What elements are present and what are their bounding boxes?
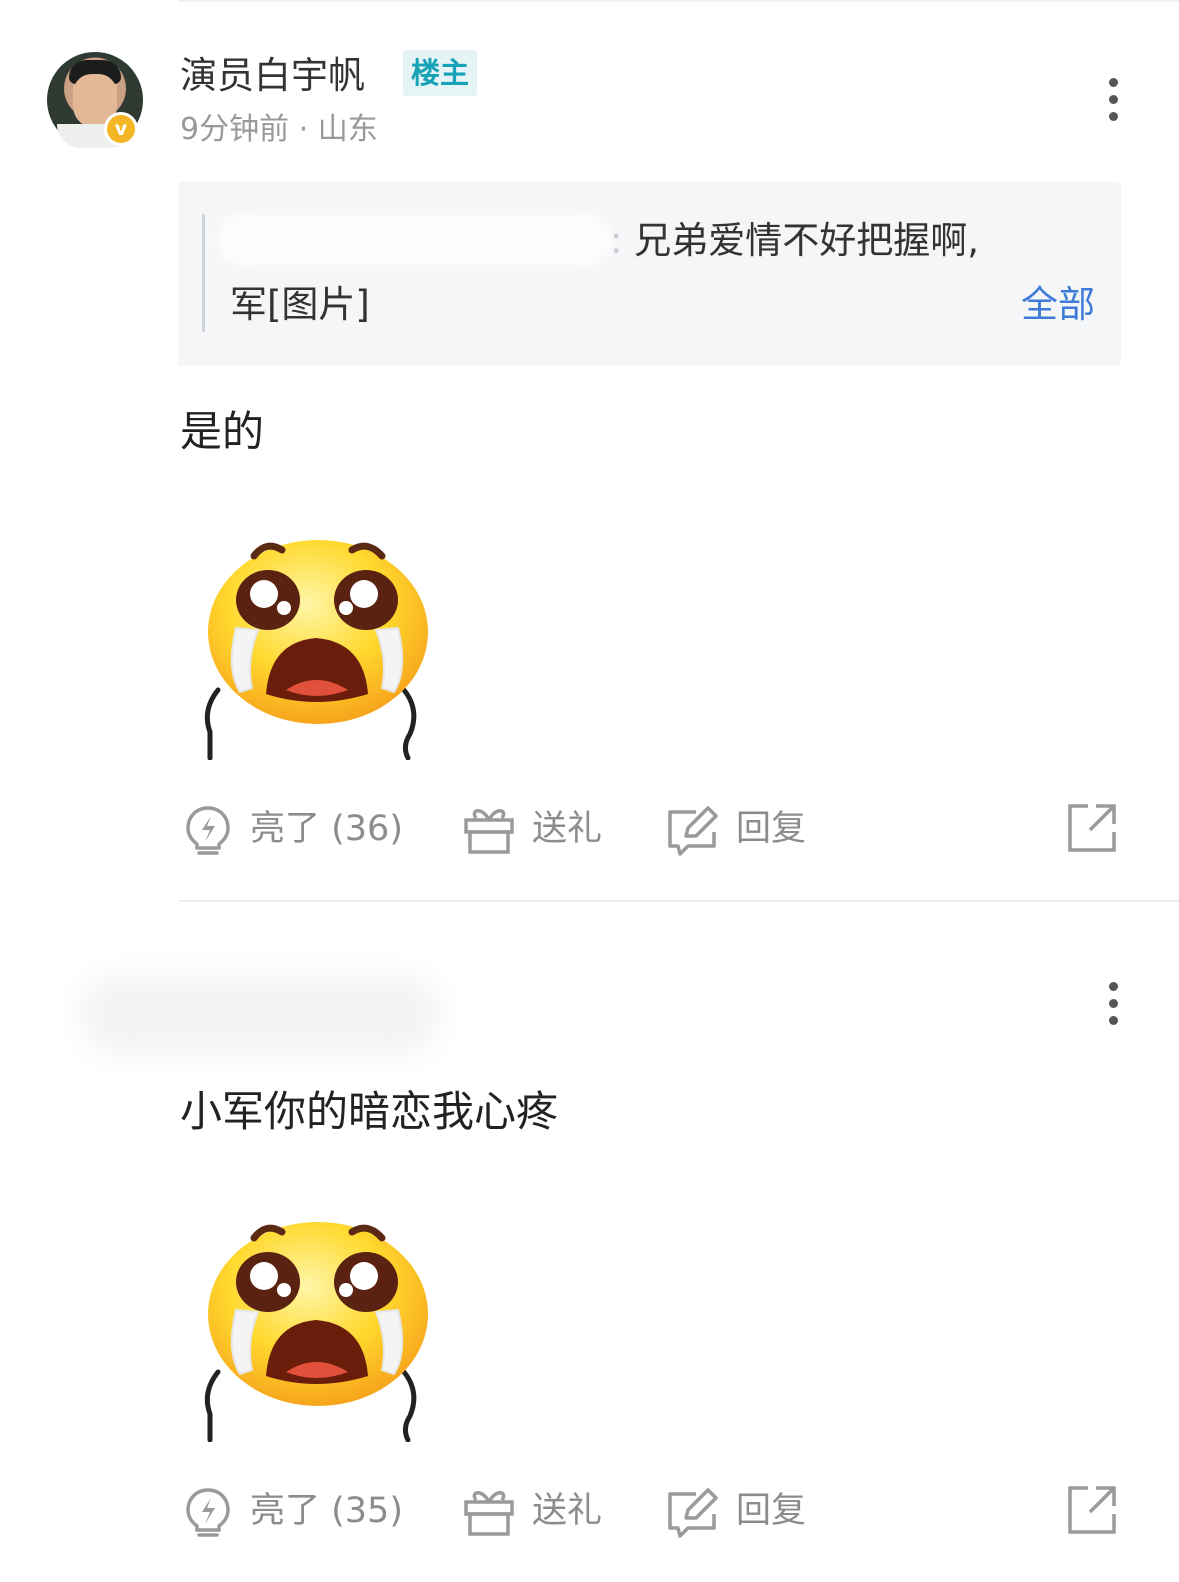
verified-badge-icon: v: [104, 112, 138, 146]
username[interactable]: 演员白宇帆: [180, 52, 365, 100]
more-dot: [1109, 982, 1118, 991]
reply-button[interactable]: 回复: [666, 798, 816, 862]
sticker-right-arm: [401, 1369, 417, 1442]
quote-bar: [202, 214, 205, 332]
gift-label: 送礼: [532, 1491, 603, 1531]
comment-text: 是的: [180, 407, 265, 456]
comment-text: 小军你的暗恋我心疼: [180, 1087, 559, 1136]
like-button[interactable]: 亮了 (35): [184, 1480, 414, 1544]
quote-separator: :: [610, 219, 623, 262]
comment-action-bar: 亮了 (36) 送礼 回复: [0, 798, 1179, 862]
quote-text-line1: : 兄弟爱情不好把握啊,: [610, 216, 979, 266]
reply-button[interactable]: 回复: [666, 1480, 816, 1544]
like-count-label: 亮了 (36): [250, 809, 403, 849]
redacted-quote-author: [218, 214, 613, 266]
lightbulb-icon: [186, 1488, 230, 1537]
crying-face-sticker: [204, 1222, 428, 1442]
like-button[interactable]: 亮了 (36): [184, 798, 414, 862]
sticker-right-arm: [401, 687, 417, 760]
lightbulb-icon: [186, 806, 230, 855]
redacted-user-info: [80, 974, 440, 1054]
comment-divider: [178, 900, 1179, 902]
share-icon[interactable]: [1066, 1484, 1118, 1536]
comment-meta: 9分钟前 · 山东: [180, 112, 378, 147]
quoted-comment[interactable]: : 兄弟爱情不好把握啊, 军[图片] 全部: [178, 182, 1121, 366]
more-dot: [1109, 78, 1118, 87]
reply-label: 回复: [736, 1491, 807, 1531]
quote-text-line2: 军[图片]: [230, 283, 370, 326]
sticker-left-arm: [204, 1369, 221, 1442]
reply-edit-icon: [668, 806, 718, 856]
op-badge: 楼主: [403, 50, 478, 96]
gift-label: 送礼: [532, 809, 603, 849]
gift-button[interactable]: 送礼: [462, 798, 612, 862]
more-options-button[interactable]: [1100, 76, 1128, 124]
share-icon[interactable]: [1066, 802, 1118, 854]
comment-item: v 演员白宇帆 楼主 9分钟前 · 山东 : 兄弟爱情不好把握啊, 军[图片] …: [0, 0, 1179, 904]
expand-all-link[interactable]: 全部: [1021, 280, 1095, 330]
like-count-label: 亮了 (35): [250, 1491, 403, 1531]
gift-button[interactable]: 送礼: [462, 1480, 612, 1544]
more-dot: [1109, 95, 1118, 104]
reply-label: 回复: [736, 809, 807, 849]
more-dot: [1109, 1016, 1118, 1025]
comment-item: 小军你的暗恋我心疼 亮了 (35) 送礼 回复: [0, 904, 1179, 1582]
more-dot: [1109, 112, 1118, 121]
gift-icon: [464, 809, 514, 854]
comment-action-bar: 亮了 (35) 送礼 回复: [0, 1480, 1179, 1544]
quote-text: 兄弟爱情不好把握啊,: [634, 219, 979, 262]
sticker-left-arm: [204, 687, 221, 760]
more-options-button[interactable]: [1100, 980, 1128, 1028]
more-dot: [1109, 999, 1118, 1008]
gift-icon: [464, 1491, 514, 1536]
crying-face-sticker: [204, 540, 428, 760]
reply-edit-icon: [668, 1488, 718, 1538]
